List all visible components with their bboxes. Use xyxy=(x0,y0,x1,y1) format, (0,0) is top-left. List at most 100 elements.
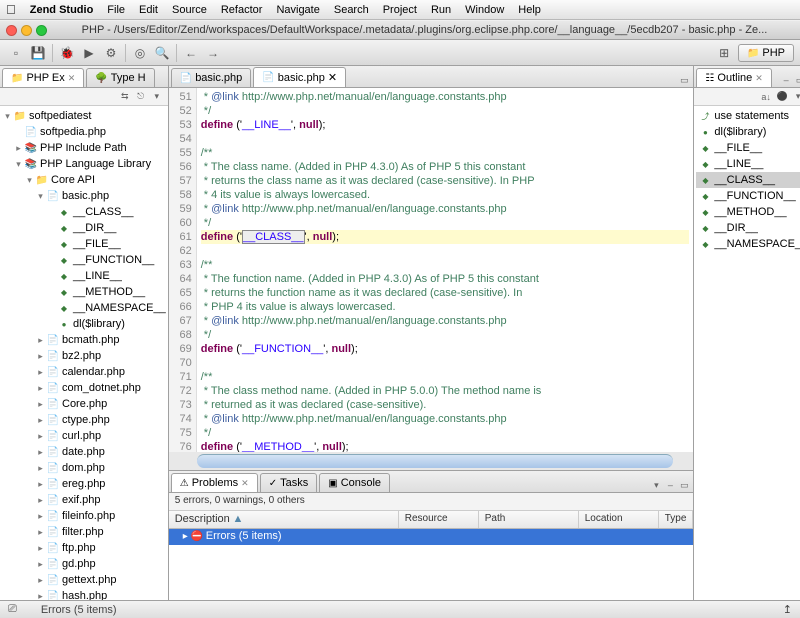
outline-item[interactable]: ◆__FILE__ xyxy=(696,140,800,156)
tree-node[interactable]: ◆__METHOD__ xyxy=(2,284,166,300)
tree-node[interactable]: ▸📄gettext.php xyxy=(2,572,166,588)
maximize-view-icon[interactable]: ▭ xyxy=(677,478,691,492)
run-button[interactable]: ▶ xyxy=(79,43,99,63)
close-icon[interactable]: ✕ xyxy=(241,478,249,489)
tree-node[interactable]: ▸📄date.php xyxy=(2,444,166,460)
zoom-window-button[interactable] xyxy=(36,25,47,36)
outline-tab[interactable]: ☷ Outline ✕ xyxy=(696,68,771,87)
col-path[interactable]: Path xyxy=(479,511,579,528)
php-explorer-tab[interactable]: 📁 PHP Ex ✕ xyxy=(2,68,84,87)
tree-node[interactable]: ▸📄hash.php xyxy=(2,588,166,600)
tree-node[interactable]: ▾📄basic.php xyxy=(2,188,166,204)
collapse-all-icon[interactable]: ⇆ xyxy=(118,90,132,104)
new-button[interactable]: ▫ xyxy=(6,43,26,63)
filter-icon[interactable]: ⚫ xyxy=(775,90,789,104)
link-editor-icon[interactable]: ⎋ xyxy=(134,90,148,104)
tree-node[interactable]: ▸📄filter.php xyxy=(2,524,166,540)
ext-tools-button[interactable]: ⚙ xyxy=(101,43,121,63)
view-menu-icon[interactable]: ▾ xyxy=(649,478,663,492)
tree-node[interactable]: ▸📄ftp.php xyxy=(2,540,166,556)
problems-table-body[interactable]: ▸ ⛔ Errors (5 items) xyxy=(169,529,694,600)
menu-navigate[interactable]: Navigate xyxy=(276,4,319,16)
tree-node[interactable]: 📄softpedia.php xyxy=(2,124,166,140)
col-type[interactable]: Type xyxy=(659,511,694,528)
outline-item[interactable]: ◆__CLASS__ xyxy=(696,172,800,188)
menu-help[interactable]: Help xyxy=(518,4,541,16)
nav-back-button[interactable]: ← xyxy=(181,43,201,63)
search-button[interactable]: 🔍 xyxy=(152,43,172,63)
close-window-button[interactable] xyxy=(6,25,17,36)
tree-node[interactable]: ▸📄com_dotnet.php xyxy=(2,380,166,396)
outline-item[interactable]: ●dl($library) xyxy=(696,124,800,140)
close-icon[interactable]: ✕ xyxy=(755,73,763,84)
tree-node[interactable]: ▸📄bz2.php xyxy=(2,348,166,364)
tree-node[interactable]: ▸📄Core.php xyxy=(2,396,166,412)
tree-node[interactable]: ●dl($library) xyxy=(2,316,166,332)
tree-node[interactable]: ▸📄gd.php xyxy=(2,556,166,572)
tree-node[interactable]: ▸📄bcmath.php xyxy=(2,332,166,348)
menu-project[interactable]: Project xyxy=(383,4,417,16)
console-tab[interactable]: ▣ Console xyxy=(319,473,390,492)
open-perspective-button[interactable]: ⊞ xyxy=(714,43,734,63)
tree-node[interactable]: ▾📚PHP Language Library xyxy=(2,156,166,172)
maximize-view-icon[interactable]: ▭ xyxy=(793,73,800,87)
outline-item[interactable]: ⤴use statements xyxy=(696,108,800,124)
col-resource[interactable]: Resource xyxy=(399,511,479,528)
view-menu-icon[interactable]: ▾ xyxy=(150,90,164,104)
col-description[interactable]: Description ▲ xyxy=(169,511,399,528)
tree-node[interactable]: ▾📁softpediatest xyxy=(2,108,166,124)
code-editor[interactable]: 51 52 53 54 55 56 57 58 59 60 61 62 63 6… xyxy=(169,88,694,452)
tree-node[interactable]: ◆__LINE__ xyxy=(2,268,166,284)
minimize-window-button[interactable] xyxy=(21,25,32,36)
menu-file[interactable]: File xyxy=(107,4,125,16)
menu-refactor[interactable]: Refactor xyxy=(221,4,263,16)
tree-node[interactable]: ▸📄fileinfo.php xyxy=(2,508,166,524)
tree-node[interactable]: ▸📚PHP Include Path xyxy=(2,140,166,156)
outline-item[interactable]: ◆__NAMESPACE__ xyxy=(696,236,800,252)
col-location[interactable]: Location xyxy=(579,511,659,528)
tree-node[interactable]: ◆__NAMESPACE__ xyxy=(2,300,166,316)
tree-node[interactable]: ▸📄ctype.php xyxy=(2,412,166,428)
tree-node[interactable]: ◆__DIR__ xyxy=(2,220,166,236)
minimize-view-icon[interactable]: – xyxy=(779,73,793,87)
editor-tab-1[interactable]: 📄 basic.php ✕ xyxy=(253,67,346,87)
menu-window[interactable]: Window xyxy=(465,4,504,16)
tree-node[interactable]: ▸📄dom.php xyxy=(2,460,166,476)
save-button[interactable]: 💾 xyxy=(28,43,48,63)
tree-node[interactable]: ▾📁Core API xyxy=(2,172,166,188)
status-progress-icon[interactable]: ↥ xyxy=(783,603,792,616)
tree-node[interactable]: ◆__FILE__ xyxy=(2,236,166,252)
outline-item[interactable]: ◆__DIR__ xyxy=(696,220,800,236)
php-explorer-tree[interactable]: ▾📁softpediatest📄softpedia.php▸📚PHP Inclu… xyxy=(0,106,168,600)
debug-button[interactable]: 🐞 xyxy=(57,43,77,63)
maximize-editor-icon[interactable]: ▭ xyxy=(677,73,691,87)
close-icon[interactable]: ✕ xyxy=(328,71,337,84)
menu-search[interactable]: Search xyxy=(334,4,369,16)
menu-run[interactable]: Run xyxy=(431,4,451,16)
php-perspective-button[interactable]: 📁 PHP xyxy=(738,44,794,62)
editor-horizontal-scrollbar[interactable] xyxy=(197,454,674,468)
outline-item[interactable]: ◆__METHOD__ xyxy=(696,204,800,220)
editor-tab-0[interactable]: 📄 basic.php xyxy=(171,68,252,87)
view-menu-icon[interactable]: ▾ xyxy=(791,90,800,104)
close-icon[interactable]: ✕ xyxy=(68,73,76,84)
app-name[interactable]: Zend Studio xyxy=(30,4,94,16)
problems-tab[interactable]: ⚠ Problems ✕ xyxy=(171,473,258,492)
outline-list[interactable]: ⤴use statements●dl($library)◆__FILE__◆__… xyxy=(694,106,800,600)
problems-error-group[interactable]: ▸ ⛔ Errors (5 items) xyxy=(169,529,694,545)
code-area[interactable]: * @link http://www.php.net/manual/en/lan… xyxy=(197,88,694,452)
tree-node[interactable]: ▸📄ereg.php xyxy=(2,476,166,492)
minimize-view-icon[interactable]: – xyxy=(663,478,677,492)
tree-node[interactable]: ◆__FUNCTION__ xyxy=(2,252,166,268)
sort-icon[interactable]: a↓ xyxy=(759,90,773,104)
menu-source[interactable]: Source xyxy=(172,4,207,16)
apple-menu[interactable]:  xyxy=(6,2,16,17)
nav-fwd-button[interactable]: → xyxy=(203,43,223,63)
menu-edit[interactable]: Edit xyxy=(139,4,158,16)
outline-item[interactable]: ◆__LINE__ xyxy=(696,156,800,172)
tasks-tab[interactable]: ✓ Tasks xyxy=(260,473,318,492)
tree-node[interactable]: ▸📄curl.php xyxy=(2,428,166,444)
tree-node[interactable]: ▸📄calendar.php xyxy=(2,364,166,380)
type-hierarchy-tab[interactable]: 🌳 Type H xyxy=(86,68,154,87)
tree-node[interactable]: ▸📄exif.php xyxy=(2,492,166,508)
